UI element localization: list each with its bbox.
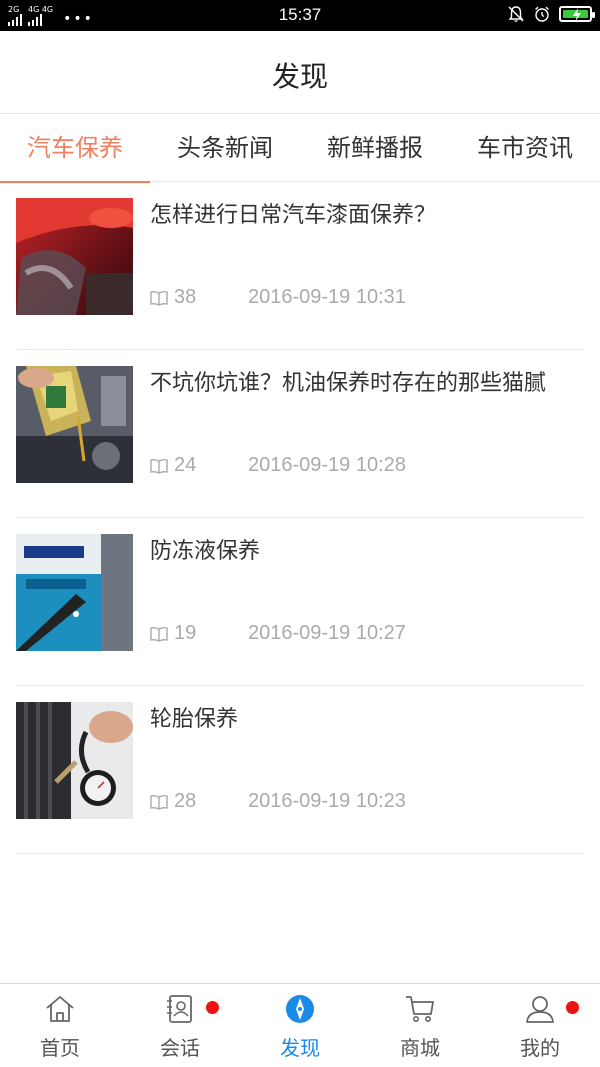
list-item[interactable]: 不坑你坑谁？机油保养时存在的那些猫腻 24 2016-09-19 10:28 xyxy=(16,350,584,518)
tab-headline-news[interactable]: 头条新闻 xyxy=(150,114,300,182)
book-icon xyxy=(150,626,168,642)
nav-chat-label: 会话 xyxy=(160,1036,200,1060)
compass-icon xyxy=(286,995,314,1023)
article-date: 2016-09-19 10:31 xyxy=(248,286,406,308)
article-title: 怎样进行日常汽车漆面保养？ xyxy=(150,203,437,228)
article-title: 轮胎保养 xyxy=(150,707,239,732)
status-right xyxy=(507,5,595,23)
alarm-clock-icon xyxy=(535,6,549,22)
book-icon xyxy=(150,794,168,810)
read-count: 24 xyxy=(174,454,197,476)
nav-home-label: 首页 xyxy=(40,1036,80,1060)
nav-discover-label: 发现 xyxy=(280,1036,320,1060)
article-meta: 28 2016-09-19 10:23 xyxy=(150,790,406,813)
nav-me[interactable]: 我的 xyxy=(480,984,600,1067)
bottom-nav: 首页 会话 发现 商城 我的 xyxy=(0,983,600,1067)
book-icon xyxy=(150,290,168,306)
article-meta: 24 2016-09-19 10:28 xyxy=(150,454,406,477)
nav-me-label: 我的 xyxy=(520,1036,560,1060)
mute-bell-icon xyxy=(508,6,524,22)
article-meta: 38 2016-09-19 10:31 xyxy=(150,286,406,309)
home-icon xyxy=(46,996,74,1022)
article-thumbnail xyxy=(16,702,133,819)
article-list: 怎样进行日常汽车漆面保养？ 38 2016-09-19 10:31 不坑你坑谁？… xyxy=(16,182,584,854)
article-thumbnail xyxy=(16,534,133,651)
battery-icon xyxy=(559,6,595,22)
article-title: 防冻液保养 xyxy=(150,539,261,564)
contacts-icon xyxy=(167,995,192,1023)
category-tabs: 汽车保养 头条新闻 新鲜播报 车市资讯 xyxy=(0,114,600,183)
read-count: 28 xyxy=(174,790,197,812)
page-title: 发现 xyxy=(271,60,328,93)
read-count: 19 xyxy=(174,622,197,644)
nav-discover[interactable]: 发现 xyxy=(240,984,360,1067)
article-thumbnail xyxy=(16,366,133,483)
nav-home[interactable]: 首页 xyxy=(0,984,120,1067)
me-badge xyxy=(566,1001,579,1014)
read-count: 38 xyxy=(174,286,197,308)
list-item[interactable]: 怎样进行日常汽车漆面保养？ 38 2016-09-19 10:31 xyxy=(16,182,584,350)
article-thumbnail xyxy=(16,198,133,315)
status-bar: 2G 4G 4G ••• 15:37 xyxy=(0,0,600,31)
user-icon xyxy=(526,996,554,1023)
article-date: 2016-09-19 10:28 xyxy=(248,454,406,476)
tab-car-maintenance[interactable]: 汽车保养 xyxy=(0,114,150,183)
list-item[interactable]: 防冻液保养 19 2016-09-19 10:27 xyxy=(16,518,584,686)
nav-shop[interactable]: 商城 xyxy=(360,984,480,1067)
article-meta: 19 2016-09-19 10:27 xyxy=(150,622,406,645)
tab-fresh-report[interactable]: 新鲜播报 xyxy=(300,114,450,182)
book-icon xyxy=(150,458,168,474)
nav-chat[interactable]: 会话 xyxy=(120,984,240,1067)
chat-badge xyxy=(206,1001,219,1014)
cart-icon xyxy=(406,996,434,1022)
tab-car-market-info[interactable]: 车市资讯 xyxy=(450,114,600,182)
nav-shop-label: 商城 xyxy=(400,1036,440,1060)
article-date: 2016-09-19 10:23 xyxy=(248,790,406,812)
page-header: 发现 xyxy=(0,31,600,114)
article-title: 不坑你坑谁？机油保养时存在的那些猫腻 xyxy=(150,371,547,396)
article-date: 2016-09-19 10:27 xyxy=(248,622,406,644)
list-item[interactable]: 轮胎保养 28 2016-09-19 10:23 xyxy=(16,686,584,854)
